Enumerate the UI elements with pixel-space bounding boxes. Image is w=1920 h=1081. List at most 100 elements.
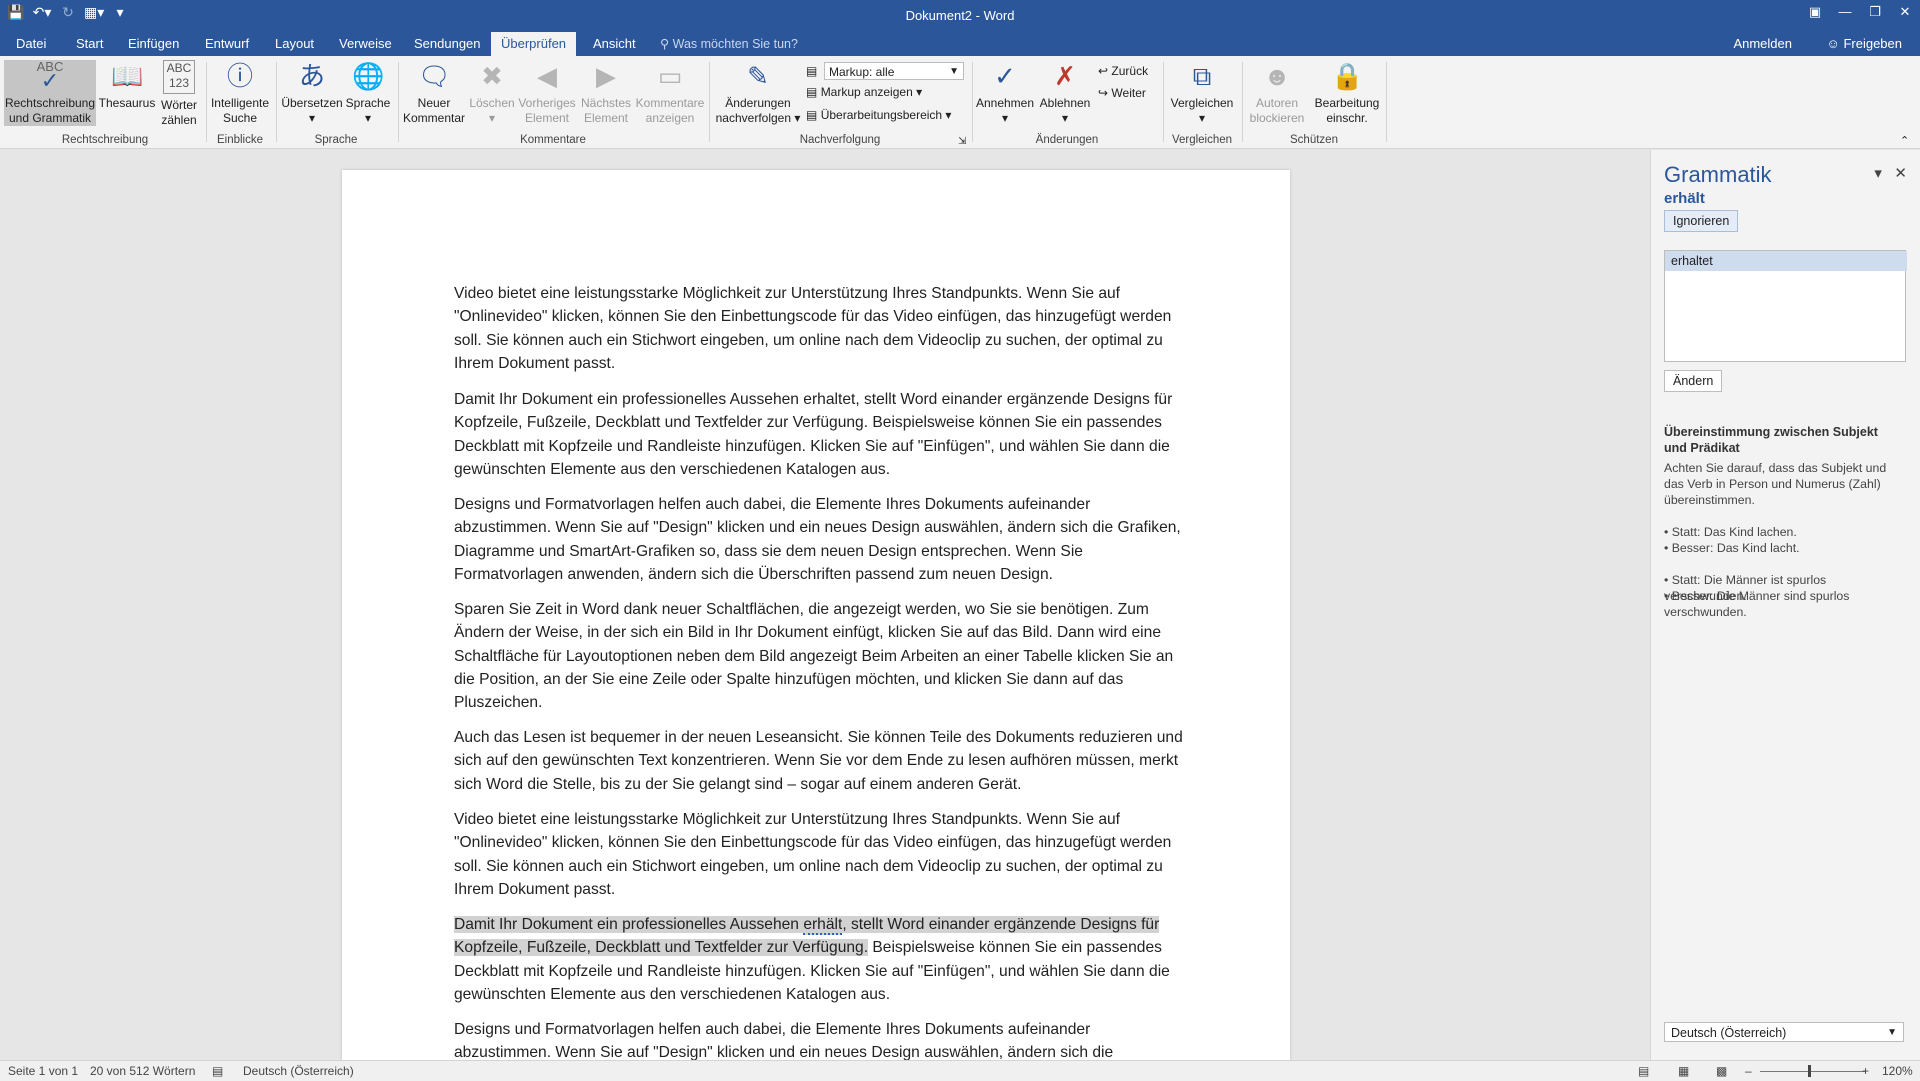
group-divider: [206, 62, 207, 142]
compare-button[interactable]: ⧉ Vergleichen ▾: [1166, 60, 1238, 126]
group-divider: [972, 62, 973, 142]
translate-button[interactable]: あ Übersetzen ▾: [280, 60, 344, 126]
next-change-icon: ↪: [1098, 86, 1109, 100]
block-authors-button[interactable]: ☻ Autoren blockieren: [1244, 60, 1310, 126]
minimize-icon[interactable]: —: [1830, 0, 1860, 24]
paragraph-3[interactable]: Designs und Formatvorlagen helfen auch d…: [454, 493, 1184, 586]
paragraph-2[interactable]: Damit Ihr Dokument ein professionelles A…: [454, 388, 1184, 481]
chevron-down-icon: ▼: [1887, 1027, 1897, 1038]
group-label-aenderungen: Änderungen: [1035, 134, 1099, 146]
group-label-einblicke: Einblicke: [216, 134, 264, 146]
grammar-pane: Grammatik ▾ ✕ erhält Ignorieren erhaltet…: [1650, 150, 1920, 1062]
block-authors-label-1: Autoren: [1255, 96, 1299, 110]
web-layout-icon[interactable]: ▩: [1716, 1064, 1727, 1078]
pane-close-icon[interactable]: ✕: [1894, 165, 1907, 182]
tab-ansicht[interactable]: Ansicht: [583, 32, 646, 56]
ignore-button[interactable]: Ignorieren: [1664, 210, 1739, 232]
zoom-in-icon[interactable]: +: [1862, 1064, 1869, 1078]
lightbulb-icon: ⚲: [660, 37, 670, 51]
word-count-button[interactable]: ABC 123 Wörter zählen: [156, 60, 202, 128]
paragraph-1[interactable]: Video bietet eine leistungsstarke Möglic…: [454, 282, 1184, 375]
grammar-error-word[interactable]: erhält: [803, 916, 843, 935]
zoom-out-icon[interactable]: –: [1745, 1064, 1752, 1078]
share-button[interactable]: ☺ Freigeben: [1827, 32, 1902, 56]
spellcheck-icon: ABC ✓: [34, 60, 66, 92]
new-comment-icon: 🗨: [418, 61, 452, 91]
next-comment-button[interactable]: ▶ Nächstes Element: [578, 60, 634, 126]
page-count[interactable]: Seite 1 von 1: [8, 1064, 78, 1078]
new-comment-button[interactable]: 🗨 Neuer Kommentar: [400, 60, 468, 126]
tab-entwurf[interactable]: Entwurf: [195, 32, 259, 56]
tab-layout[interactable]: Layout: [265, 32, 324, 56]
back-label: Zurück: [1111, 64, 1149, 78]
proofing-icon[interactable]: ▤: [212, 1064, 223, 1078]
delete-label: Löschen: [469, 96, 515, 110]
selected-text-start: Damit Ihr Dokument ein professionelles A…: [454, 916, 804, 933]
read-mode-icon[interactable]: ▤: [1638, 1064, 1649, 1078]
tab-ueberpruefen[interactable]: Überprüfen: [491, 32, 577, 56]
reviewing-pane-button[interactable]: ▤ Überarbeitungsbereich ▾: [806, 108, 951, 122]
show-markup-button[interactable]: ▤ Markup anzeigen ▾: [806, 85, 922, 99]
tab-sendungen[interactable]: Sendungen: [404, 32, 491, 56]
accept-button[interactable]: ✓ Annehmen ▾: [974, 60, 1036, 126]
smart-lookup-icon: ⓘ: [226, 61, 253, 91]
translate-label: Übersetzen: [281, 96, 343, 110]
print-layout-icon[interactable]: ▦: [1678, 1064, 1689, 1078]
spelling-grammar-button[interactable]: ABC ✓ Rechtschreibung und Grammatik: [4, 60, 96, 126]
paragraph-5[interactable]: Auch das Lesen ist bequemer in der neuen…: [454, 726, 1184, 796]
word-count[interactable]: 20 von 512 Wörtern: [90, 1064, 195, 1078]
ribbon-display-icon[interactable]: ▣: [1800, 0, 1830, 24]
pane-language-value: Deutsch (Österreich): [1671, 1026, 1787, 1040]
group-label-sprache: Sprache: [314, 134, 358, 146]
sign-in-link[interactable]: Anmelden: [1733, 32, 1792, 56]
document-page[interactable]: Video bietet eine leistungsstarke Möglic…: [342, 170, 1290, 1060]
restore-icon[interactable]: ❐: [1860, 0, 1890, 24]
show-comments-button[interactable]: ▭ Kommentare anzeigen: [634, 60, 706, 126]
change-button[interactable]: Ändern: [1664, 370, 1723, 392]
group-label-vergleichen: Vergleichen: [1171, 134, 1233, 146]
next-change-button[interactable]: ↪ Weiter: [1098, 86, 1146, 100]
status-language[interactable]: Deutsch (Österreich): [243, 1064, 354, 1078]
zoom-slider[interactable]: [1760, 1071, 1865, 1072]
group-divider: [398, 62, 399, 142]
paragraph-6[interactable]: Video bietet eine leistungsstarke Möglic…: [454, 808, 1184, 901]
markup-dropdown[interactable]: Markup: alle ▼: [824, 62, 964, 80]
next-comment-icon: ▶: [596, 61, 616, 91]
track-changes-button[interactable]: ✎ Änderungen nachverfolgen ▾: [712, 60, 804, 126]
previous-comment-button[interactable]: ◀ Vorheriges Element: [516, 60, 578, 126]
tab-datei[interactable]: Datei: [6, 32, 56, 56]
paragraph-4[interactable]: Sparen Sie Zeit in Word dank neuer Schal…: [454, 598, 1184, 714]
thesaurus-button[interactable]: 📖 Thesaurus: [98, 60, 156, 111]
rule-title: Übereinstimmung zwischen Subjekt und Prä…: [1664, 425, 1878, 455]
restrict-editing-button[interactable]: 🔒 Bearbeitung einschr.: [1310, 60, 1384, 126]
compare-icon: ⧉: [1192, 61, 1212, 91]
close-icon[interactable]: ✕: [1890, 0, 1920, 24]
reject-button[interactable]: ✗ Ablehnen ▾: [1036, 60, 1094, 126]
paragraph-8[interactable]: Designs und Formatvorlagen helfen auch d…: [454, 1018, 1184, 1060]
delete-comment-button[interactable]: ✖ Löschen ▾: [468, 60, 516, 126]
group-divider: [1386, 62, 1387, 142]
language-button[interactable]: 🌐 Sprache ▾: [344, 60, 392, 126]
suggestion-list[interactable]: erhaltet: [1664, 250, 1907, 362]
paragraph-7[interactable]: Damit Ihr Dokument ein professionelles A…: [454, 913, 1184, 1006]
smart-lookup-button[interactable]: ⓘ Intelligente Suche: [208, 60, 272, 126]
zoom-level[interactable]: 120%: [1882, 1064, 1913, 1078]
track-changes-icon: ✎: [747, 61, 769, 91]
tab-verweise[interactable]: Verweise: [329, 32, 402, 56]
show-comments-icon: ▭: [657, 61, 683, 91]
reviewing-pane-label: Überarbeitungsbereich: [820, 108, 943, 122]
example-2: • Besser: Das Kind lacht.: [1664, 541, 1800, 555]
previous-change-button[interactable]: ↩ Zurück: [1098, 64, 1148, 78]
tab-einfuegen[interactable]: Einfügen: [118, 32, 189, 56]
smart-lookup-label-2: Suche: [222, 111, 258, 125]
pane-language-dropdown[interactable]: Deutsch (Österreich) ▼: [1664, 1022, 1904, 1042]
status-bar: Seite 1 von 1 20 von 512 Wörtern ▤ Deuts…: [0, 1060, 1920, 1081]
tell-me-search[interactable]: ⚲ Was möchten Sie tun?: [660, 32, 798, 56]
collapse-ribbon-icon[interactable]: ⌃: [1900, 134, 1909, 147]
pane-options-icon[interactable]: ▾: [1874, 165, 1882, 182]
show-markup-label: Markup anzeigen: [820, 85, 913, 99]
zoom-slider-thumb[interactable]: [1808, 1065, 1811, 1077]
thesaurus-label: Thesaurus: [98, 96, 156, 110]
tab-start[interactable]: Start: [66, 32, 113, 56]
suggestion-item[interactable]: erhaltet: [1665, 251, 1907, 271]
